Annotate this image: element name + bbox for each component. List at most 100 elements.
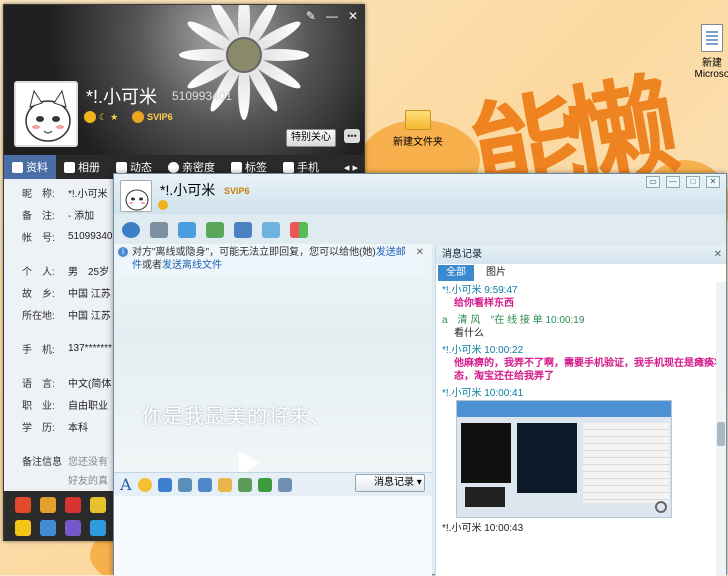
tab-album[interactable]: 相册: [56, 155, 108, 179]
field-label: 个 人:: [22, 266, 55, 278]
close-icon[interactable]: ✕: [714, 246, 722, 264]
offline-notice: i 对方"离线或隐身"，可能无法立即回复，您可以给他(她)发送邮件或者发送离线文…: [118, 246, 426, 274]
crown-icon[interactable]: [84, 111, 96, 123]
minimize-icon[interactable]: —: [326, 9, 338, 23]
star-icon[interactable]: ★: [110, 112, 118, 123]
info-icon: i: [118, 247, 128, 257]
skin-button[interactable]: ▭: [646, 176, 660, 188]
emoji-icon[interactable]: [40, 520, 57, 536]
history-scrollbar[interactable]: [716, 282, 726, 576]
message-header: *!.小可米 10:00:41: [442, 388, 524, 399]
message-header: *!.小可米 9:59:47: [442, 285, 518, 296]
video-call-icon[interactable]: [122, 222, 140, 238]
id-card-icon: [12, 161, 23, 173]
close-icon[interactable]: ✕: [348, 9, 358, 23]
desktop-icon-label: 新建文件夹: [393, 137, 443, 148]
zoom-icon[interactable]: [655, 501, 667, 513]
chat-avatar[interactable]: [120, 180, 152, 212]
field-value: 您还没有: [68, 456, 108, 468]
message-area: i 对方"离线或隐身"，可能无法立即回复，您可以给他(她)发送邮件或者发送离线文…: [114, 244, 432, 472]
avatar[interactable]: [14, 81, 78, 147]
history-message: *!.小可米 10:00:41: [442, 387, 726, 518]
svip-icon[interactable]: [132, 111, 145, 123]
music-icon[interactable]: [257, 477, 272, 492]
emoji-icon[interactable]: [40, 497, 57, 513]
remote-desktop-icon[interactable]: [234, 222, 252, 238]
font-icon[interactable]: A: [120, 475, 132, 494]
message-body: 看什么: [454, 328, 484, 339]
field-value: 51099340: [68, 230, 113, 242]
minimize-button[interactable]: —: [666, 176, 680, 188]
field-value: *!.小可米: [68, 188, 108, 200]
chat-bubble-icon[interactable]: •••: [344, 129, 360, 143]
chat-window: *!.小可米 SVIP6 ▭ — □ ✕ i 对方"离线或隐身"，可能无法立即回…: [113, 173, 727, 576]
field-label: 备 注:: [22, 210, 55, 222]
create-group-icon[interactable]: [206, 222, 224, 238]
voice-call-icon[interactable]: [150, 222, 168, 238]
background-handwriting: 你是我最美的将来、: [142, 406, 331, 428]
add-remark-link[interactable]: - 添加: [68, 207, 94, 222]
field-value: 137*******: [68, 342, 112, 354]
special-care-button[interactable]: 特别关心: [286, 129, 336, 147]
flower-cover-image: [174, 5, 314, 125]
maximize-button[interactable]: □: [686, 176, 700, 188]
field-label: 故 乡:: [22, 288, 55, 300]
desktop-icon-new-folder[interactable]: 新建文件夹: [388, 110, 448, 148]
message-input[interactable]: [114, 496, 432, 576]
message-history-button[interactable]: 消息记录 ▾: [355, 474, 425, 492]
moon-icon[interactable]: ☾: [99, 112, 107, 123]
emoji-icon[interactable]: [90, 497, 107, 513]
app-icon[interactable]: [262, 222, 280, 238]
apps-grid-icon[interactable]: [290, 222, 308, 238]
file-transfer-icon[interactable]: [178, 222, 196, 238]
emoji-icon[interactable]: [90, 520, 107, 536]
emoji-icon[interactable]: [65, 497, 82, 513]
message-header: *!.小可米 10:00:43: [442, 523, 524, 534]
field-label: 帐 号:: [22, 232, 55, 244]
field-value: 本科: [68, 422, 88, 434]
more-icon[interactable]: [277, 477, 292, 492]
gift-icon[interactable]: [217, 477, 232, 492]
image-icon[interactable]: [177, 477, 192, 492]
history-messages: *!.小可米 9:59:47 给你看样东西 a 清 风 °在 线 接 单 10:…: [436, 282, 726, 535]
history-panel: 消息记录 ✕ 全部 图片 *!.小可米 9:59:47 给你看样东西 a 清 风 …: [435, 246, 726, 576]
voice-message-icon[interactable]: [197, 477, 212, 492]
field-value: 男 25岁: [68, 266, 110, 278]
document-icon: [701, 24, 723, 52]
history-message: *!.小可米 10:00:22 他麻痹的，我弄不了啊，需要手机验证，我手机现在是…: [442, 344, 726, 383]
heart-icon: [168, 161, 179, 173]
profile-qq-number: 510993401: [172, 89, 233, 103]
field-label: 备注信息: [22, 456, 62, 468]
tab-images[interactable]: 图片: [478, 265, 514, 281]
chat-contact-name: *!.小可米: [160, 182, 216, 198]
tab-scroll-arrows[interactable]: ◂ ▸: [344, 161, 364, 174]
emoji-icon[interactable]: [15, 497, 31, 513]
emoji-icon[interactable]: [137, 477, 152, 492]
screenshot-image[interactable]: [456, 400, 672, 518]
tab-info[interactable]: 资料: [4, 155, 56, 179]
message-body: 给你看样东西: [454, 298, 514, 309]
field-value: 中国 江苏: [68, 288, 111, 300]
tab-all[interactable]: 全部: [438, 265, 474, 281]
screenshot-icon[interactable]: [237, 477, 252, 492]
notice-text: 对方"离线或隐身"，可能无法立即回复，您可以给他(她): [132, 247, 376, 258]
phone-icon: [283, 161, 294, 173]
shake-icon[interactable]: [157, 477, 172, 492]
close-icon[interactable]: ✕: [416, 246, 424, 259]
field-value: 中文(简体: [68, 378, 112, 390]
chat-vip-label: SVIP6: [224, 186, 250, 196]
field-label: 语 言:: [22, 378, 55, 390]
send-offline-file-link[interactable]: 发送离线文件: [162, 260, 222, 271]
skin-icon[interactable]: ✎: [306, 9, 316, 23]
message-header: a 清 风 °在 线 接 单 10:00:19: [442, 315, 585, 326]
bookmark-icon: [231, 161, 242, 173]
emoji-icon[interactable]: [15, 520, 31, 536]
close-button[interactable]: ✕: [706, 176, 720, 188]
emoji-icon[interactable]: [65, 520, 82, 536]
history-title: 消息记录: [442, 249, 482, 260]
history-message: *!.小可米 9:59:47 给你看样东西: [442, 284, 726, 310]
chat-toolbar: [114, 216, 726, 244]
svip-label: SVIP6: [147, 112, 173, 122]
desktop-icon-new-document[interactable]: 新建 Microso: [682, 24, 728, 80]
crown-icon[interactable]: [158, 200, 168, 210]
